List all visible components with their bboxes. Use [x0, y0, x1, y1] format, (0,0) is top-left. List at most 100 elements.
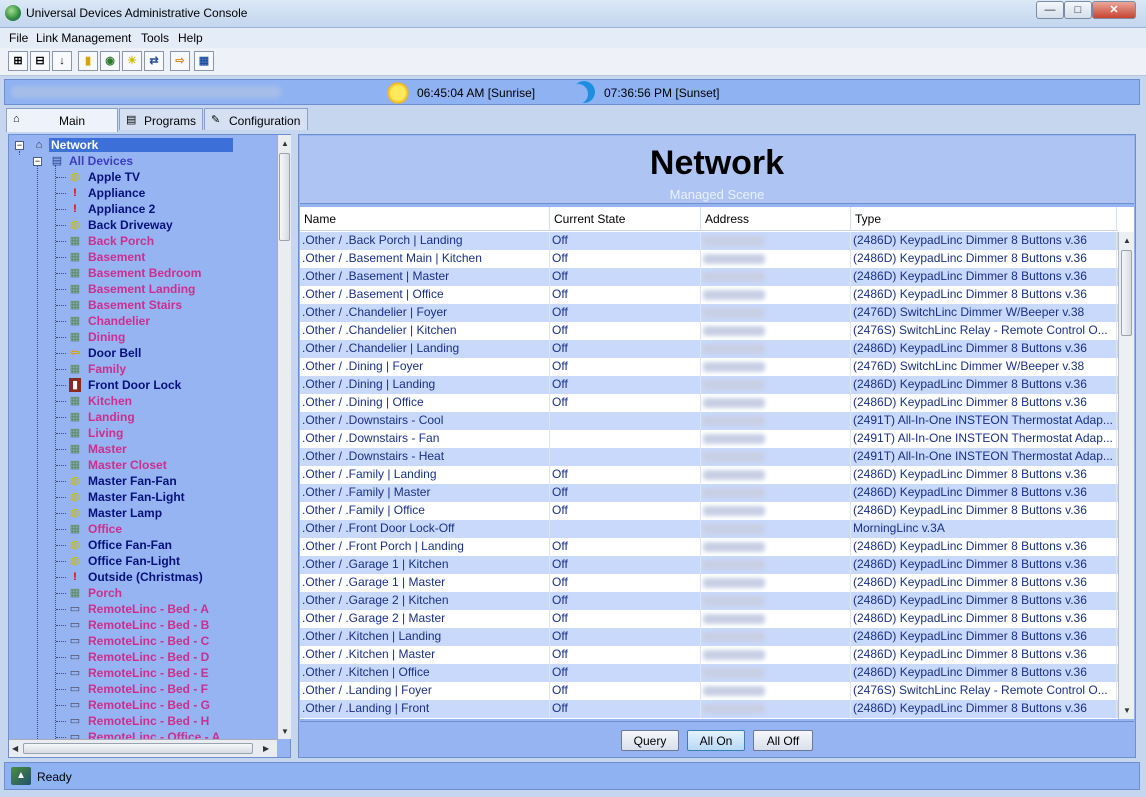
table-row[interactable]: .Other / .Family | Master Off (2486D) Keyp… [300, 484, 1118, 502]
table-row[interactable]: .Other / .Chandelier | Foyer Off (2476D) S… [300, 304, 1118, 322]
table-row[interactable]: .Other / .Downstairs - Cool (2491T) All-I… [300, 412, 1118, 430]
tree-item[interactable]: ▭ RemoteLinc - Bed - D [9, 649, 277, 665]
scroll-right-icon[interactable]: ▶ [263, 744, 269, 753]
tree-item[interactable]: ⇦ Door Bell [9, 345, 277, 361]
tree-vertical-thumb[interactable] [279, 153, 290, 241]
scroll-down-icon[interactable]: ▼ [281, 727, 289, 736]
table-row[interactable]: .Other / .Kitchen | Landing Off (2486D) Ke… [300, 628, 1118, 646]
chart-icon[interactable]: ▦ [194, 51, 214, 71]
arrow-right-icon[interactable]: ⇨ [170, 51, 190, 71]
table-row[interactable]: .Other / .Garage 1 | Kitchen Off (2486D) K… [300, 556, 1118, 574]
table-row[interactable]: .Other / .Downstairs - Heat (2491T) All-I… [300, 448, 1118, 466]
sort-az-icon[interactable]: ↓ [52, 51, 72, 71]
tree-item[interactable]: ▦ Basement Stairs [9, 297, 277, 313]
tree-item[interactable]: ▦ Living [9, 425, 277, 441]
tab-main[interactable]: ⌂ Main [6, 108, 118, 132]
menu-file[interactable]: File [9, 31, 28, 45]
table-row[interactable]: .Other / .Landing | Front Off (2486D) Keyp… [300, 700, 1118, 718]
tree-item[interactable]: ▦ Landing [9, 409, 277, 425]
scroll-up-icon[interactable]: ▲ [281, 139, 289, 148]
table-row[interactable]: .Other / .Kitchen | Office Off (2486D) Key… [300, 664, 1118, 682]
tree-item[interactable]: ▦ Master Closet [9, 457, 277, 473]
maximize-button[interactable]: □ [1064, 1, 1092, 19]
table-vertical-scrollbar[interactable]: ▲ ▼ [1118, 232, 1134, 719]
tree-item[interactable]: ! Appliance [9, 185, 277, 201]
collapse-icon[interactable]: ⊟ [30, 51, 50, 71]
table-row[interactable]: .Other / .Landing | Foyer Off (2476S) Swit… [300, 682, 1118, 700]
tree-item[interactable]: ▭ RemoteLinc - Bed - B [9, 617, 277, 633]
tree-item[interactable]: ▦ Porch [9, 585, 277, 601]
tree-item[interactable]: ▭ RemoteLinc - Office - A [9, 729, 277, 739]
tree-root-network[interactable]: − ⌂ Network [9, 137, 277, 153]
menu-tools[interactable]: Tools [141, 31, 169, 45]
tree-item[interactable]: ▦ Chandelier [9, 313, 277, 329]
table-row[interactable]: .Other / .Basement Main | Kitchen Off (248… [300, 250, 1118, 268]
tree-item[interactable]: ▮ Front Door Lock [9, 377, 277, 393]
tree-horizontal-scrollbar[interactable]: ◀ ▶ [9, 739, 277, 757]
table-row[interactable]: .Other / .Back Porch | Landing Off (2486D)… [300, 232, 1118, 250]
tree-group-all-devices[interactable]: − ▤ All Devices [9, 153, 277, 169]
table-row[interactable]: .Other / .Dining | Landing Off (2486D) Key… [300, 376, 1118, 394]
menu-link-management[interactable]: Link Management [36, 31, 131, 45]
column-header-address[interactable]: Address [701, 207, 851, 231]
tree-item[interactable]: ◍ Master Fan-Light [9, 489, 277, 505]
all-off-button[interactable]: All Off [753, 730, 813, 751]
table-row[interactable]: .Other / .Garage 1 | Master Off (2486D) Ke… [300, 574, 1118, 592]
close-button[interactable]: ✕ [1092, 1, 1136, 19]
tree-item[interactable]: ◍ Office Fan-Light [9, 553, 277, 569]
tree-item[interactable]: ◍ Back Driveway [9, 217, 277, 233]
table-row[interactable]: .Other / .Chandelier | Kitchen Off (2476S)… [300, 322, 1118, 340]
tree-item[interactable]: ▦ Office [9, 521, 277, 537]
bulb-icon[interactable]: ☀ [122, 51, 142, 71]
table-row[interactable]: .Other / .Garage 2 | Kitchen Off (2486D) K… [300, 592, 1118, 610]
table-row[interactable]: .Other / .Kitchen | Master Off (2486D) Key… [300, 646, 1118, 664]
table-row[interactable]: .Other / .Chandelier | Landing Off (2486D)… [300, 340, 1118, 358]
tab-programs[interactable]: ▤ Programs [119, 108, 203, 130]
tree-item[interactable]: ▦ Back Porch [9, 233, 277, 249]
tree-item[interactable]: ▦ Dining [9, 329, 277, 345]
collapse-toggle[interactable]: − [15, 141, 24, 150]
table-row[interactable]: .Other / .Basement | Office Off (2486D) Ke… [300, 286, 1118, 304]
tree-item[interactable]: ▦ Kitchen [9, 393, 277, 409]
tree-item[interactable]: ▦ Basement Bedroom [9, 265, 277, 281]
table-row[interactable]: .Other / .Dining | Office Off (2486D) Keyp… [300, 394, 1118, 412]
menu-help[interactable]: Help [178, 31, 203, 45]
all-on-button[interactable]: All On [687, 730, 745, 751]
table-row[interactable]: .Other / .Front Door Lock-Off MorningLinc… [300, 520, 1118, 538]
table-row[interactable]: .Other / .Dining | Foyer Off (2476D) Switc… [300, 358, 1118, 376]
tree-item[interactable]: ◍ Master Lamp [9, 505, 277, 521]
tree-item[interactable]: ▭ RemoteLinc - Bed - E [9, 665, 277, 681]
tree-item[interactable]: ▭ RemoteLinc - Bed - F [9, 681, 277, 697]
tree-vertical-scrollbar[interactable]: ▲ ▼ [277, 135, 291, 739]
tree-item[interactable]: ◍ Office Fan-Fan [9, 537, 277, 553]
table-row[interactable]: .Other / .Downstairs - Fan (2491T) All-In… [300, 430, 1118, 448]
tree-item[interactable]: ! Appliance 2 [9, 201, 277, 217]
table-vertical-thumb[interactable] [1121, 250, 1132, 336]
table-row[interactable]: .Other / .Family | Office Off (2486D) Keyp… [300, 502, 1118, 520]
folder-icon[interactable]: ▮ [78, 51, 98, 71]
scroll-up-icon[interactable]: ▲ [1123, 236, 1131, 245]
table-row[interactable]: .Other / .Family | Landing Off (2486D) Key… [300, 466, 1118, 484]
table-row[interactable]: .Other / .Front Porch | Landing Off (2486D… [300, 538, 1118, 556]
tree-item[interactable]: ▦ Basement [9, 249, 277, 265]
table-row[interactable]: .Other / .Basement | Master Off (2486D) Ke… [300, 268, 1118, 286]
tree-item[interactable]: ! Outside (Christmas) [9, 569, 277, 585]
tree-item[interactable]: ▦ Master [9, 441, 277, 457]
expand-icon[interactable]: ⊞ [8, 51, 28, 71]
tree-item[interactable]: ▭ RemoteLinc - Bed - A [9, 601, 277, 617]
column-header-state[interactable]: Current State [550, 207, 701, 231]
link-icon[interactable]: ⇄ [144, 51, 164, 71]
tree-item[interactable]: ◍ Apple TV [9, 169, 277, 185]
column-header-type[interactable]: Type [851, 207, 1117, 231]
tree-item[interactable]: ▭ RemoteLinc - Bed - C [9, 633, 277, 649]
scroll-down-icon[interactable]: ▼ [1123, 706, 1131, 715]
tree-horizontal-thumb[interactable] [23, 743, 253, 754]
tree-item[interactable]: ▦ Basement Landing [9, 281, 277, 297]
collapse-toggle[interactable]: − [33, 157, 42, 166]
tree-item[interactable]: ▭ RemoteLinc - Bed - H [9, 713, 277, 729]
query-button[interactable]: Query [621, 730, 679, 751]
table-row[interactable]: .Other / .Garage 2 | Master Off (2486D) Ke… [300, 610, 1118, 628]
scene-icon[interactable]: ◉ [100, 51, 120, 71]
column-header-name[interactable]: Name [300, 207, 550, 231]
minimize-button[interactable]: — [1036, 1, 1064, 19]
